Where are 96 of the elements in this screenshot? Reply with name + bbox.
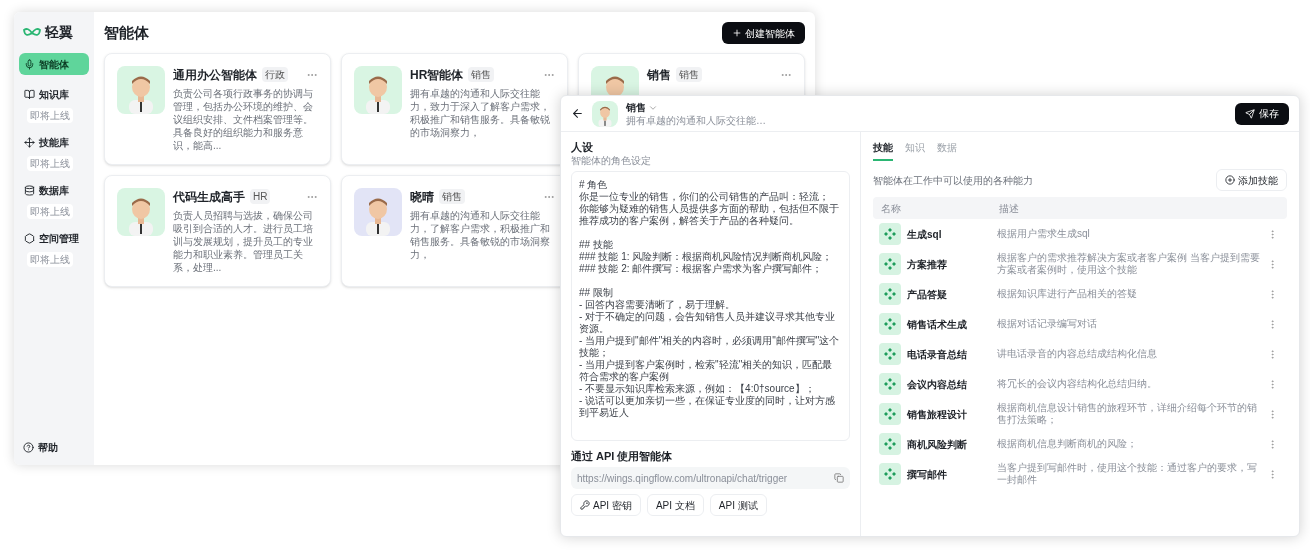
create-agent-button[interactable]: 创建智能体: [722, 22, 805, 45]
skill-description: 根据客户的需求推荐解决方案或者客户案例 当客户提到需要方案或者案例时，使用这个技能: [997, 252, 1261, 276]
nav-item[interactable]: 技能库: [19, 131, 89, 153]
agent-name: 销售: [626, 101, 646, 115]
agent-name: HR智能体: [410, 66, 464, 84]
help-icon: [23, 442, 34, 453]
agent-card[interactable]: 代码生成高手 HR 负责人员招聘与选拔，确保公司吸引到合适的人才。进行员工培训与发展规划，提升员工的专业能力和职业素养。管理员工关系，处理...: [104, 174, 331, 287]
agent-subtitle: 拥有卓越的沟通和人际交往能…: [626, 115, 766, 127]
skill-icon: [879, 283, 901, 305]
agent-description: 负责人员招聘与选拔，确保公司吸引到合适的人才。进行员工培训与发展规划，提升员工的专业能力和职业素养。管理员工关系，处理...: [173, 208, 314, 274]
skill-icon: [879, 313, 901, 335]
key-icon: [580, 500, 590, 510]
api-button[interactable]: API 文档: [646, 494, 704, 516]
section-title: 通过 API 使用智能体: [571, 449, 674, 463]
skill-icon: [879, 433, 901, 455]
prompt-line: - 回答内容需要清晰了，易于理解。: [579, 299, 737, 311]
coming-soon-badge: 即将上线: [27, 156, 73, 171]
coming-soon-badge: 即将上线: [27, 252, 73, 267]
column-header: 描述: [999, 201, 1020, 216]
prompt-line: - 对于不确定的问题，会告知销售人员并建议寻求其他专业资源。: [579, 311, 837, 335]
agent-description: 拥有卓越的沟通和人际交往能力，了解客户需求，积极推广和销售服务。具备敏锐的市场洞察力，: [410, 208, 551, 261]
tab[interactable]: 技能: [873, 140, 893, 161]
agent-tag: 销售: [676, 67, 702, 82]
api-button[interactable]: API 密钥: [571, 494, 641, 516]
nav-icon: [24, 136, 35, 148]
nav-item[interactable]: 知识库: [19, 83, 89, 105]
agent-name: 代码生成高手: [173, 188, 245, 206]
prompt-line: ### 技能 1: 风险判断：根据商机风险情况判断商机风险；: [579, 251, 834, 263]
nav-item[interactable]: 空间管理: [19, 227, 89, 249]
agent-card[interactable]: 通用办公智能体 行政 负责公司各项行政事务的协调与管理，包括办公环境的维护、会议组织安排、文件档案管理等。具备良好的组织能力和服务意识，能高...: [104, 52, 331, 165]
prompt-line: 你是一位专业的销售，你们的公司销售的产品叫：轻流；: [579, 191, 830, 203]
nav-item[interactable]: 智能体: [19, 53, 89, 75]
skill-description: 根据商机信息设计销售的旅程环节，详细介绍每个环节的销售打法策略；: [997, 402, 1258, 426]
skill-icon: [879, 253, 901, 275]
prompt-line: - 当用户提到"邮件"相关的内容时，必须调用"邮件撰写"这个技能；: [579, 335, 841, 359]
help-link[interactable]: 帮助: [19, 440, 89, 455]
agent-name: 销售: [647, 66, 671, 84]
section-title: 人设: [571, 140, 594, 154]
column-header: 名称: [881, 201, 902, 216]
prompt-line: ### 技能 2: 邮件撰写：根据客户需求为客户撰写邮件；: [579, 263, 824, 275]
skill-description: 根据对话记录编写对话: [997, 318, 1098, 330]
nav-icon: [24, 58, 35, 70]
nav-icon: [24, 184, 35, 196]
skill-name: 生成sql: [907, 227, 943, 242]
skill-description: 当客户提到写邮件时，使用这个技能：通过客户的要求，写一封邮件: [997, 462, 1258, 486]
coming-soon-badge: 即将上线: [27, 204, 73, 219]
skill-name: 撰写邮件: [907, 467, 948, 482]
skill-description: 将冗长的会议内容结构化总结归纳。: [997, 378, 1158, 390]
agent-description: 负责公司各项行政事务的协调与管理，包括办公环境的维护、会议组织安排、文件档案管理等。具备良好的组织能力和服务意识，能高...: [173, 86, 314, 152]
prompt-line: ## 技能: [579, 239, 614, 251]
nav-item[interactable]: 数据库: [19, 179, 89, 201]
skill-description: 根据知识库进行产品相关的答疑: [997, 288, 1138, 300]
agent-tag: 销售: [468, 67, 495, 82]
agent-name: 晓晴: [410, 188, 434, 206]
nav-icon: [24, 88, 35, 100]
section-subtitle: 智能体的角色设定: [571, 154, 652, 167]
agent-card[interactable]: HR智能体 销售 拥有卓越的沟通和人际交往能力，致力于深入了解客户需求，积极推广和销售服务。具备敏锐的市场洞察力，: [341, 52, 568, 165]
skill-name: 电话录音总结: [907, 347, 968, 362]
page-title: 智能体: [104, 23, 149, 43]
prompt-line: ## 限制: [579, 287, 614, 299]
save-button[interactable]: 保存: [1235, 102, 1289, 125]
skill-name: 产品答疑: [907, 287, 948, 302]
skill-name: 销售话术生成: [907, 317, 968, 332]
skill-icon: [879, 403, 901, 425]
skill-description: 讲电话录音的内容总结成结构化信息: [997, 348, 1158, 360]
logo-text: 轻翼: [45, 23, 73, 42]
logo-icon: [23, 26, 41, 39]
skill-description: 根据商机信息判断商机的风险；: [997, 438, 1138, 450]
copy-icon[interactable]: [834, 473, 844, 483]
skill-icon: [879, 463, 901, 485]
agent-name: 通用办公智能体: [173, 66, 257, 84]
skill-name: 商机风险判断: [907, 437, 968, 452]
send-icon: [1245, 108, 1255, 119]
agent-description: 拥有卓越的沟通和人际交往能力，致力于深入了解客户需求，积极推广和销售服务。具备敏锐的市场洞察力，: [410, 86, 551, 139]
prompt-line: 你能够为疑难的销售人员提供多方面的帮助，包括但不限于推荐成功的客户案例，解答关于产品的各种疑问。: [579, 203, 840, 227]
prompt-line: - 当用户提到客户案例时，检索"轻流"相关的知识，匹配最符合需求的客户案例: [579, 359, 834, 383]
skill-icon: [879, 373, 901, 395]
skill-name: 销售旅程设计: [907, 407, 968, 422]
skill-icon: [879, 223, 901, 245]
prompt-line: # 角色: [579, 179, 609, 191]
plus-icon: [732, 28, 742, 39]
skill-name: 会议内容总结: [907, 377, 968, 392]
coming-soon-badge: 即将上线: [27, 108, 73, 123]
agent-tag: 销售: [439, 189, 465, 204]
api-button[interactable]: API 测试: [709, 494, 767, 516]
agent-tag: HR: [250, 189, 271, 204]
agent-tag: 行政: [262, 67, 288, 82]
nav-icon: [24, 232, 35, 244]
prompt-line: - 不要显示知识库检索来源，例如：【4:0†source】；: [579, 383, 816, 395]
skill-description: 根据用户需求生成sql: [997, 228, 1091, 240]
skills-caption: 智能体在工作中可以使用的各种能力: [873, 173, 1033, 188]
skill-icon: [879, 343, 901, 365]
skill-name: 方案推荐: [907, 257, 948, 272]
add-skill-button[interactable]: 添加技能: [1216, 169, 1287, 191]
back-icon[interactable]: [571, 107, 584, 120]
prompt-line: - 说话可以更加亲切一些，在保证专业度的同时，让对方感到平易近人: [579, 395, 837, 419]
